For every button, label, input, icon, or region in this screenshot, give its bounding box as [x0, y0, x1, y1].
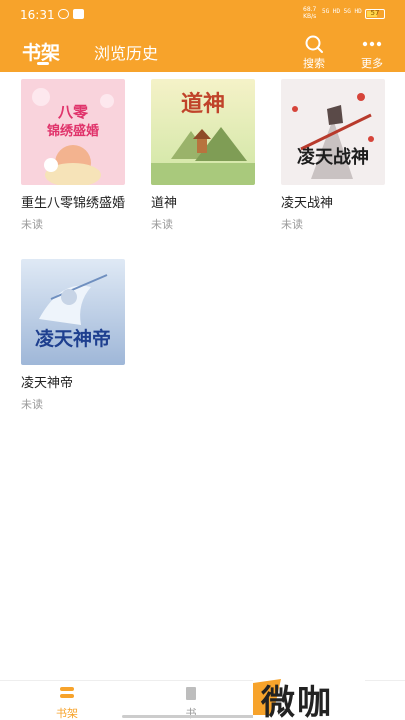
watermark: 微咖 — [253, 672, 365, 720]
search-button[interactable]: 搜索 — [296, 34, 332, 71]
watermark-text: 微咖 — [261, 683, 333, 720]
more-button[interactable]: 更多 — [354, 34, 390, 71]
chat-bubble-icon — [58, 9, 69, 19]
network-speed-value: 68.7 — [303, 6, 317, 13]
signal-labels: 5G HD 5G HD — [322, 8, 362, 15]
book-read-status: 未读 — [21, 398, 43, 411]
book-cover[interactable]: 道神 — [151, 79, 255, 185]
book-title: 道神 — [151, 196, 178, 211]
nav-bookshelf-label: 书架 — [56, 707, 78, 720]
battery-percent: 57 — [370, 9, 380, 17]
search-icon — [305, 35, 323, 53]
book-read-status: 未读 — [151, 218, 173, 231]
tab-history[interactable]: 浏览历史 — [94, 40, 158, 64]
tab-active-indicator — [37, 62, 49, 65]
app-notification-icon — [73, 9, 84, 19]
svg-text:锦绣盛婚: 锦绣盛婚 — [47, 123, 99, 139]
svg-text:道神: 道神 — [181, 91, 225, 117]
network-speed-unit: KB/s — [303, 13, 317, 20]
book-cover[interactable]: 凌天战神 — [281, 79, 385, 185]
svg-text:八零: 八零 — [57, 103, 89, 121]
book-read-status: 未读 — [281, 218, 303, 231]
book-read-status: 未读 — [21, 218, 43, 231]
svg-text:凌天神帝: 凌天神帝 — [35, 327, 111, 350]
book-title: 凌天战神 — [281, 196, 334, 211]
bookshelf-icon — [60, 687, 74, 698]
app-header: 书架 浏览历史 搜索 更多 — [0, 32, 405, 72]
book-cover[interactable]: 凌天神帝 — [21, 259, 125, 365]
book-item[interactable]: 凌天战神 凌天战神 未读 — [281, 79, 389, 232]
book-cover[interactable]: 八零 锦绣盛婚 — [21, 79, 125, 185]
book-item[interactable]: 八零 锦绣盛婚 重生八零锦绣盛婚 未读 — [21, 79, 129, 232]
nav-bookshelf[interactable]: 书架 — [37, 685, 97, 720]
status-time: 16:31 — [20, 8, 55, 22]
more-dots-icon — [362, 41, 382, 47]
bookstore-icon — [186, 687, 196, 700]
tab-bookshelf[interactable]: 书架 — [22, 38, 60, 65]
battery-icon: 57 — [365, 9, 385, 19]
status-icons — [58, 9, 84, 19]
book-title: 凌天神帝 — [21, 376, 74, 391]
network-speed: 68.7 KB/s — [303, 6, 316, 20]
search-label: 搜索 — [303, 57, 325, 70]
svg-text:凌天战神: 凌天战神 — [297, 146, 369, 168]
book-item[interactable]: 道神 道神 未读 — [151, 79, 259, 232]
book-item[interactable]: 凌天神帝 凌天神帝 未读 — [21, 259, 129, 412]
more-label: 更多 — [361, 57, 383, 70]
status-bar: 16:31 68.7 KB/s 5G HD 5G HD 57 — [0, 0, 405, 32]
book-title: 重生八零锦绣盛婚 — [21, 196, 126, 211]
